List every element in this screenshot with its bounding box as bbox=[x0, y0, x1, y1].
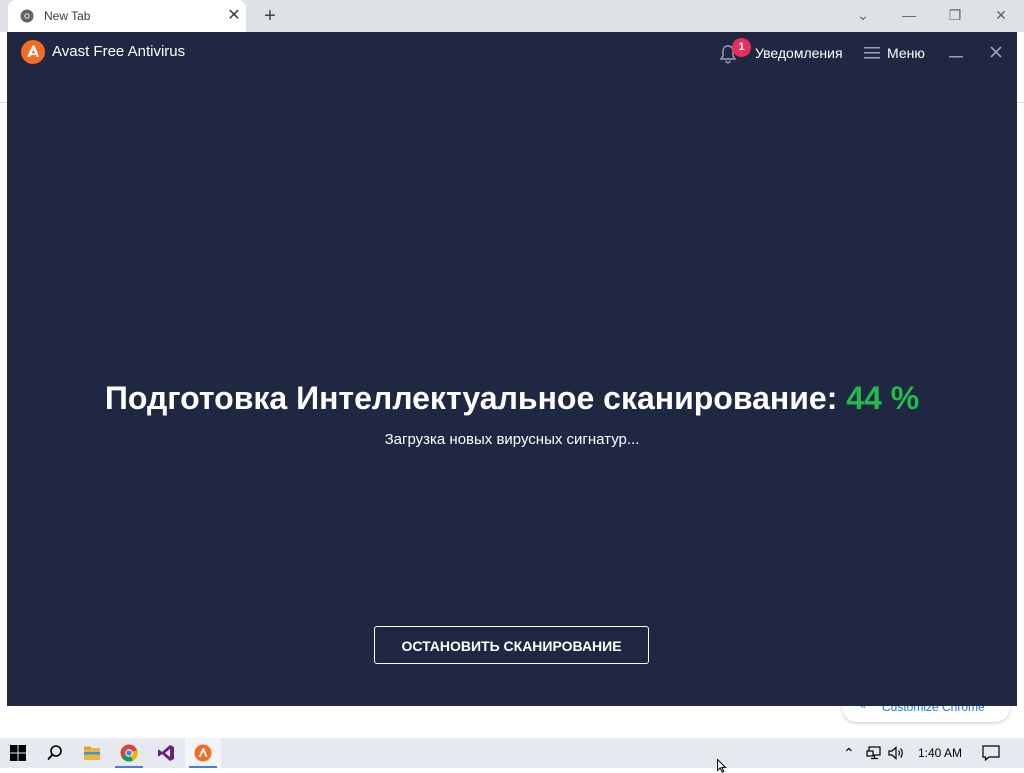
scan-status-text: Загрузка новых вирусных сигнатур... bbox=[384, 431, 640, 448]
hamburger-menu-icon[interactable] bbox=[864, 46, 880, 60]
window-minimize-button[interactable]: — bbox=[886, 0, 932, 30]
avast-icon bbox=[194, 744, 212, 762]
stop-scan-button[interactable]: ОСТАНОВИТЬ СКАНИРОВАНИЕ bbox=[374, 626, 649, 664]
scan-progress-percent: 44 % bbox=[846, 380, 920, 416]
taskbar-chrome[interactable] bbox=[111, 738, 147, 768]
file-explorer-icon bbox=[84, 746, 100, 760]
window-restore-button[interactable]: ❐ bbox=[932, 0, 978, 30]
menu-button[interactable]: Меню bbox=[887, 45, 925, 61]
chrome-icon bbox=[20, 9, 34, 23]
tab-title: New Tab bbox=[44, 9, 91, 23]
taskbar-avast[interactable] bbox=[185, 738, 221, 768]
tab-search-dropdown-button[interactable]: ⌄ bbox=[840, 0, 886, 30]
app-title: Avast Free Antivirus bbox=[52, 43, 186, 60]
search-icon bbox=[47, 745, 62, 761]
browser-tab-strip: New Tab ✕ + ⌄ — ❐ ✕ bbox=[0, 0, 1024, 32]
system-clock[interactable]: 1:40 AM bbox=[918, 738, 962, 768]
chrome-icon bbox=[120, 744, 138, 762]
notification-count-badge: 1 bbox=[732, 38, 751, 57]
volume-icon[interactable] bbox=[888, 746, 904, 760]
tray-overflow-chevron-icon[interactable]: ⌃ bbox=[843, 738, 855, 768]
tab-new-tab[interactable]: New Tab ✕ bbox=[8, 0, 246, 32]
avast-logo-icon bbox=[21, 40, 45, 64]
taskbar-search-button[interactable] bbox=[37, 738, 73, 768]
new-tab-button[interactable]: + bbox=[258, 4, 282, 28]
notifications-button[interactable]: Уведомления bbox=[755, 45, 843, 61]
taskbar-file-explorer[interactable] bbox=[74, 738, 110, 768]
avast-close-icon[interactable] bbox=[986, 42, 1006, 62]
mouse-cursor-icon bbox=[717, 759, 727, 773]
start-button[interactable] bbox=[0, 738, 36, 768]
action-center-icon[interactable] bbox=[982, 745, 1000, 761]
window-close-button[interactable]: ✕ bbox=[978, 0, 1024, 30]
avast-window: Avast Free Antivirus 1 Уведомления Меню … bbox=[7, 32, 1017, 706]
scan-headline: Подготовка Интеллектуальное сканирование… bbox=[7, 380, 1017, 417]
network-icon[interactable] bbox=[866, 746, 882, 760]
windows-start-icon bbox=[10, 745, 26, 761]
taskbar-visual-studio[interactable] bbox=[148, 738, 184, 768]
avast-minimize-icon[interactable] bbox=[945, 40, 967, 62]
scan-title: Подготовка Интеллектуальное сканирование… bbox=[104, 380, 838, 416]
visual-studio-icon bbox=[158, 745, 174, 761]
tab-close-button[interactable]: ✕ bbox=[226, 6, 242, 26]
windows-taskbar: ⌃ 1:40 AM bbox=[0, 738, 1024, 768]
